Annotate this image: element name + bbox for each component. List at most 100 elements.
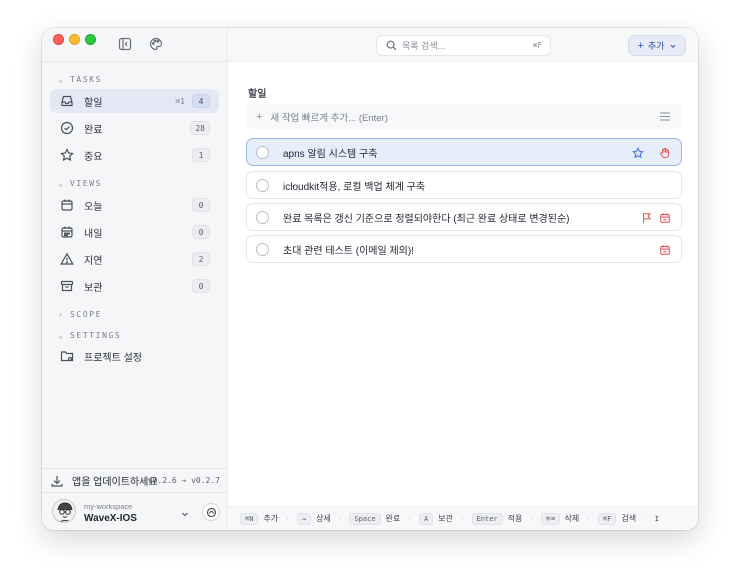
page-title: 할일 xyxy=(248,89,267,100)
star-icon xyxy=(60,148,74,162)
count-badge: 0 xyxy=(192,198,210,212)
sidebar-item-label: 완료 xyxy=(84,124,103,136)
chevron-down-icon xyxy=(670,44,675,48)
separator-dot: · xyxy=(587,514,590,523)
chevron-down-icon: ⌄ xyxy=(58,74,65,84)
search-icon xyxy=(386,40,397,51)
shortcut-key: ⌘F xyxy=(597,512,617,525)
task-row[interactable]: icloudkit적용, 로컬 백업 체계 구축 xyxy=(246,171,682,199)
update-banner[interactable]: 앱을 업데이트하세요 v0.2.6 → v0.2.7 xyxy=(42,468,228,492)
task-checkbox[interactable] xyxy=(256,243,269,256)
zoom-window-button[interactable] xyxy=(85,34,96,45)
count-badge: 2 xyxy=(192,252,210,266)
download-icon xyxy=(50,474,64,488)
sidebar-item-important[interactable]: 중요 1 xyxy=(50,143,219,167)
workspace-name: WaveX-IOS xyxy=(84,513,137,524)
drag-hand-icon[interactable] xyxy=(659,147,671,159)
sidebar-item-label: 프로젝트 설정 xyxy=(84,352,142,364)
task-row[interactable]: apns 알림 시스템 구축 xyxy=(246,138,682,166)
count-badge: 4 xyxy=(192,94,210,108)
version-text: v0.2.6 → v0.2.7 xyxy=(147,476,220,485)
separator-dot: · xyxy=(286,514,289,523)
shortcut-label: 완료 xyxy=(385,514,401,523)
flag-icon[interactable] xyxy=(641,212,653,224)
separator-dot: · xyxy=(338,514,342,523)
sidebar-item-archive[interactable]: 보관 0 xyxy=(50,274,219,298)
shortcut-label: 보관 xyxy=(438,514,453,523)
search-input[interactable]: 목록 검색... ⌘F xyxy=(376,35,551,56)
section-views[interactable]: ⌄ VIEWS xyxy=(58,176,102,190)
minimize-window-button[interactable] xyxy=(69,34,80,45)
sidebar-item-label: 지연 xyxy=(84,255,103,267)
separator-dot: · xyxy=(408,514,411,523)
task-title: apns 알림 시스템 구축 xyxy=(283,148,378,160)
count-badge: 0 xyxy=(192,279,210,293)
inbox-icon xyxy=(60,94,74,108)
quick-add-input[interactable]: + 새 작업 빠르게 추가... (Enter) xyxy=(246,104,682,129)
task-title: 초대 관련 테스트 (이메일 제외)! xyxy=(283,245,414,257)
shortcut-label: 적용 xyxy=(507,514,523,523)
search-placeholder: 목록 검색... xyxy=(402,41,446,51)
task-row[interactable]: 초대 관련 테스트 (이메일 제외)! xyxy=(246,235,682,263)
add-button[interactable]: + 추가 xyxy=(628,35,686,56)
sidebar-item-overdue[interactable]: 지연 2 xyxy=(50,247,219,271)
calendar-due-icon[interactable] xyxy=(659,212,671,224)
section-label: VIEWS xyxy=(70,178,103,188)
sidebar-toggle-icon[interactable] xyxy=(118,37,134,53)
agent-icon xyxy=(206,507,216,517)
main-panel: 목록 검색... ⌘F + 추가 할일 + 새 작업 빠르게 추가... (En… xyxy=(228,28,698,530)
chevron-down-icon: ⌄ xyxy=(58,330,65,340)
list-options-icon[interactable] xyxy=(660,112,670,121)
chevron-down-icon[interactable] xyxy=(180,506,190,517)
sidebar-item-tomorrow[interactable]: 내일 0 xyxy=(50,220,219,244)
task-checkbox[interactable] xyxy=(256,211,269,224)
palette-icon[interactable] xyxy=(149,37,165,53)
star-icon[interactable] xyxy=(632,147,644,159)
sidebar-item-todo[interactable]: 할일 ⌘1 4 xyxy=(50,89,219,113)
task-row[interactable]: 완료 목록은 갱신 기준으로 정렬되야한다 (최근 완료 상태로 변경된순) xyxy=(246,203,682,231)
add-button-label: 추가 xyxy=(647,41,665,51)
titlebar xyxy=(42,28,228,62)
folder-settings-icon xyxy=(60,349,74,363)
task-title: icloudkit적용, 로컬 백업 체계 구축 xyxy=(283,181,426,193)
count-badge: 28 xyxy=(190,121,210,135)
task-checkbox[interactable] xyxy=(256,179,269,192)
profile-button[interactable] xyxy=(202,503,220,521)
toolbar: 목록 검색... ⌘F + 추가 xyxy=(228,28,698,62)
avatar xyxy=(52,499,76,523)
shortcut-label: 삭제 xyxy=(564,514,580,523)
sidebar-item-done[interactable]: 완료 28 xyxy=(50,116,219,140)
shortcut-label: 추가 xyxy=(263,514,279,523)
task-title: 완료 목록은 갱신 기준으로 정렬되야한다 (최근 완료 상태로 변경된순) xyxy=(283,213,570,225)
sidebar-item-label: 보관 xyxy=(84,282,103,294)
check-circle-icon xyxy=(60,121,74,135)
separator-dot: · xyxy=(644,514,647,523)
shortcut-key: ⌘⌫ xyxy=(541,512,560,525)
section-tasks[interactable]: ⌄ TASKS xyxy=(58,72,102,86)
task-checkbox[interactable] xyxy=(256,146,269,159)
shortcut-key: A xyxy=(418,512,434,525)
app-window: ⌄ TASKS 할일 ⌘1 4 완료 28 중요 1 ⌄ VIEWS 오늘 0 … xyxy=(42,28,698,530)
shortcut-key: → xyxy=(296,512,312,525)
sidebar-item-label: 오늘 xyxy=(84,201,103,213)
shortcut-key: ⌘N xyxy=(240,512,259,525)
warning-icon xyxy=(60,252,74,266)
section-settings[interactable]: ⌄ SETTINGS xyxy=(58,328,121,342)
shortcut-label: 상세 xyxy=(316,514,331,523)
section-label: SETTINGS xyxy=(70,330,122,340)
shortcut-bar: ⌘N 추가 · → 상세 · Space 완료 · A 보관 · Enter 적… xyxy=(228,506,698,530)
plus-icon: + xyxy=(256,110,263,123)
section-scope[interactable]: › SCOPE xyxy=(58,307,102,321)
sidebar-item-today[interactable]: 오늘 0 xyxy=(50,193,219,217)
quick-add-placeholder: 새 작업 빠르게 추가... (Enter) xyxy=(270,112,388,124)
shortcut-hint: ⌘1 xyxy=(175,96,185,106)
close-window-button[interactable] xyxy=(53,34,64,45)
shortcut-label: 검색 xyxy=(621,514,637,523)
sidebar-item-label: 내일 xyxy=(84,228,103,240)
shortcut-key: Space xyxy=(349,512,381,525)
calendar-due-icon[interactable] xyxy=(659,244,671,256)
sidebar-item-label: 할일 xyxy=(84,97,103,109)
workspace-switcher[interactable]: my-workspace WaveX-IOS xyxy=(42,492,228,530)
chevron-right-icon: › xyxy=(58,309,65,319)
sidebar-item-project-settings[interactable]: 프로젝트 설정 xyxy=(50,344,219,368)
